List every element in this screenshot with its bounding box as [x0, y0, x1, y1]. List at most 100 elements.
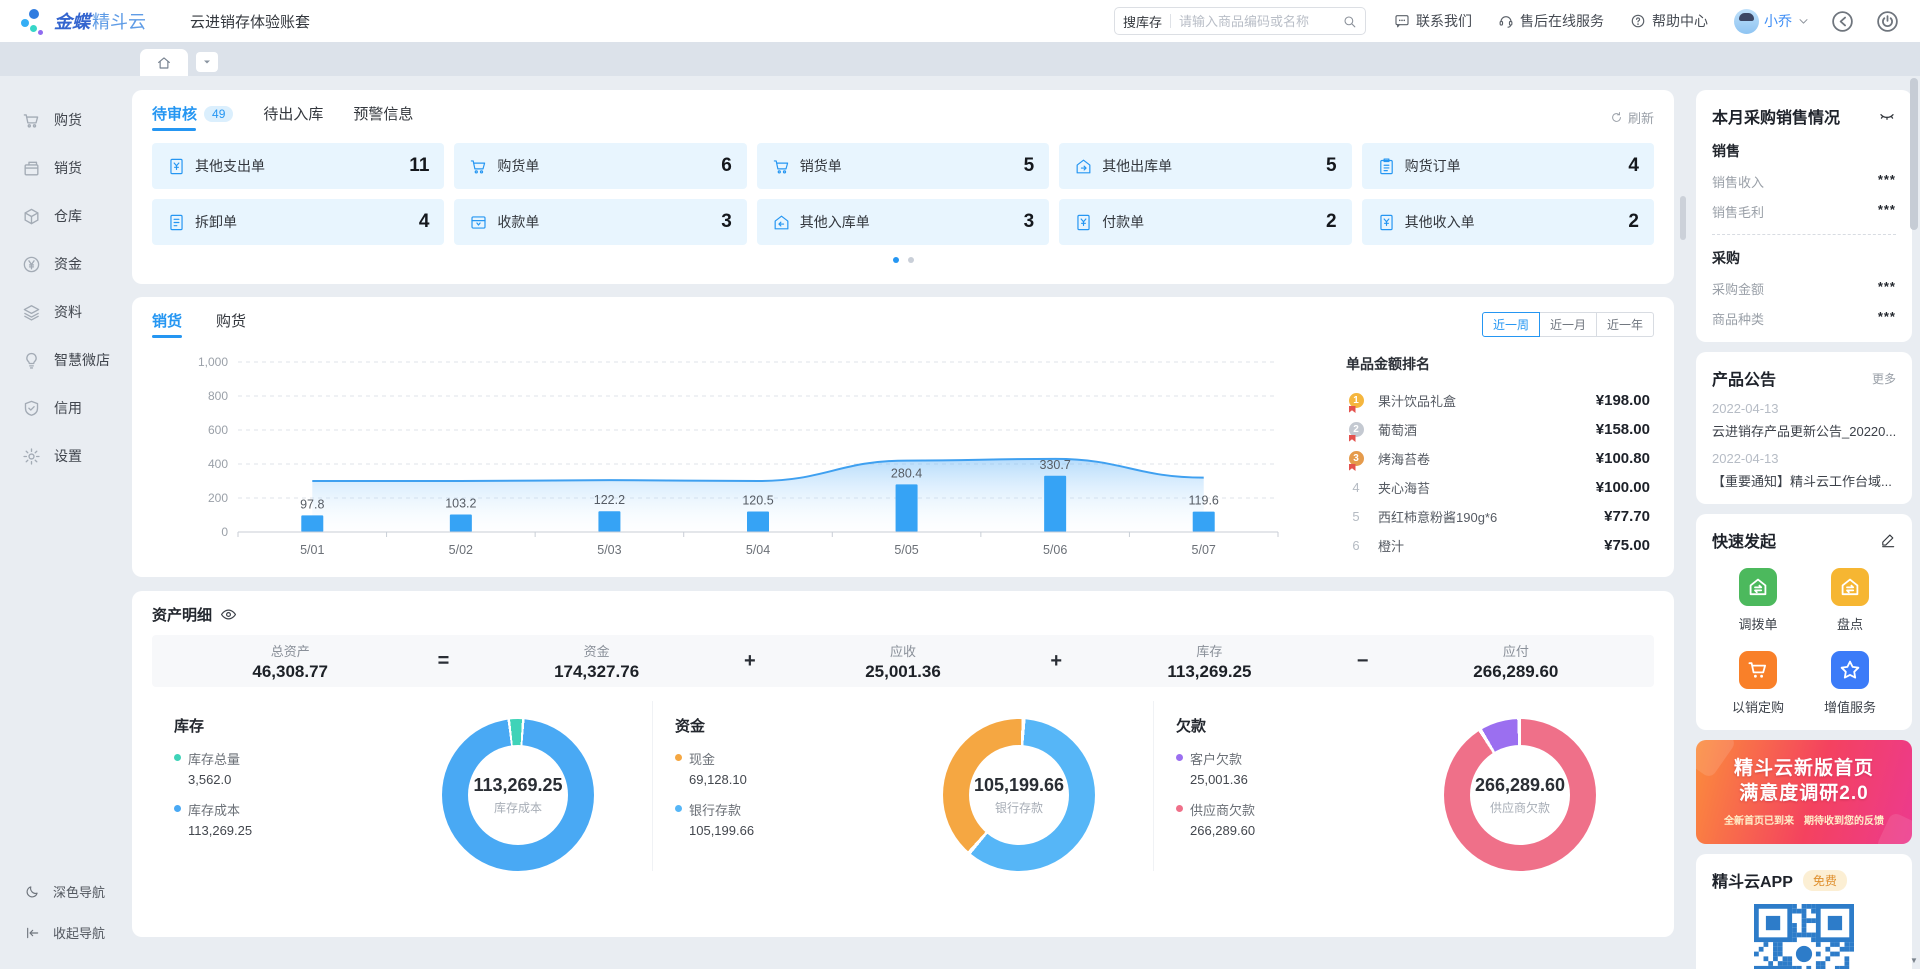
doc-card-6[interactable]: 收款单3	[454, 199, 746, 245]
sidebar-item-cart[interactable]: 购货	[0, 96, 116, 144]
range-button-1[interactable]: 近一月	[1539, 312, 1597, 337]
legend-text: 现金69,128.10	[689, 749, 747, 787]
svg-text:5/05: 5/05	[894, 543, 918, 557]
user-menu[interactable]: 小乔	[1734, 9, 1810, 34]
medal-icon-1: 1	[1349, 393, 1364, 408]
pending-documents-card: 待审核49待出入库预警信息 刷新 其他支出单11购货单6销货单5其他出库单5购货…	[132, 90, 1674, 284]
bill-icon	[167, 157, 186, 176]
search-icon[interactable]	[1342, 14, 1357, 29]
quick-action-3[interactable]: 增值服务	[1804, 651, 1896, 716]
range-button-0[interactable]: 近一周	[1482, 312, 1540, 337]
survey-banner[interactable]: 精斗云新版首页 满意度调研2.0 全新首页已到来 期待收到您的反馈	[1696, 740, 1912, 844]
main-scrollbar-thumb[interactable]	[1680, 196, 1686, 240]
quick-action-0[interactable]: 调拨单	[1712, 568, 1804, 633]
doc-card-label: 拆卸单	[195, 212, 237, 232]
pending-tab-0[interactable]: 待审核49	[152, 103, 233, 131]
sidebar-item-sell[interactable]: 销货	[0, 144, 116, 192]
brand-logo[interactable]: 金蝶精斗云	[20, 8, 146, 34]
legend-text: 客户欠款25,001.36	[1190, 749, 1248, 787]
search-input[interactable]	[1179, 14, 1342, 29]
avatar	[1734, 9, 1759, 34]
eye-closed-icon[interactable]	[1878, 107, 1896, 125]
sidebar-item-yen[interactable]: 资金	[0, 240, 116, 288]
back-icon[interactable]	[1830, 9, 1855, 34]
asset-panel-info: 欠款客户欠款25,001.36 供应商欠款266,289.60	[1176, 715, 1444, 871]
doc-card-7[interactable]: 其他入库单3	[757, 199, 1049, 245]
cart-icon	[772, 157, 791, 176]
formula-value: 113,269.25	[1071, 662, 1347, 682]
monthly-section-heading: 采购	[1712, 248, 1896, 268]
ranking-product-name: 夹心海苔	[1378, 478, 1586, 497]
cart-bold-icon	[1739, 651, 1777, 689]
refresh-label: 刷新	[1628, 108, 1654, 127]
doc-card-5[interactable]: 拆卸单 4	[152, 199, 444, 245]
sidebar-footer-moon[interactable]: 深色导航	[0, 871, 116, 912]
ranking-item: 2葡萄酒¥158.00	[1346, 415, 1650, 444]
formula-label: 资金	[458, 641, 734, 660]
announcement-link[interactable]: 云进销存产品更新公告_20220...	[1712, 421, 1896, 440]
refresh-button[interactable]: 刷新	[1610, 108, 1654, 127]
scroll-down-arrow[interactable]: ▼	[1909, 956, 1919, 965]
search-category-selector[interactable]: 搜库存	[1123, 12, 1162, 31]
tab-home[interactable]	[140, 49, 188, 76]
doc-card-4[interactable]: 购货订单4	[1362, 143, 1654, 189]
sidebar-item-gear[interactable]: 设置	[0, 432, 116, 480]
page-scrollbar-thumb[interactable]	[1910, 78, 1918, 230]
doc-card-3[interactable]: 其他出库单5	[1059, 143, 1351, 189]
formula-value: 46,308.77	[152, 662, 428, 682]
tab-list-dropdown[interactable]	[196, 52, 218, 72]
pending-tab-label: 待出入库	[263, 103, 323, 124]
doc-card-9[interactable]: 其他收入单2	[1362, 199, 1654, 245]
sidebar-item-label: 仓库	[54, 206, 82, 226]
announcement-link[interactable]: 【重要通知】精斗云工作台域...	[1712, 471, 1896, 490]
ranking-item: 6橙汁¥75.00	[1346, 531, 1650, 560]
asset-panel-2: 欠款客户欠款25,001.36 供应商欠款266,289.60266,289.60…	[1153, 701, 1654, 871]
sidebar-item-shield[interactable]: 信用	[0, 384, 116, 432]
sidebar-item-layers[interactable]: 资料	[0, 288, 116, 336]
svg-text:5/02: 5/02	[449, 543, 473, 557]
sidebar-footer-collapse[interactable]: 收起导航	[0, 912, 116, 953]
donut-center-label: 供应商欠款	[1490, 799, 1550, 816]
pending-tab-1[interactable]: 待出入库	[263, 103, 323, 131]
range-button-2[interactable]: 近一年	[1596, 312, 1654, 337]
donut-center-label: 库存成本	[494, 799, 542, 816]
doc-card-0[interactable]: 其他支出单11	[152, 143, 444, 189]
donut-center-value: 113,269.25	[473, 775, 562, 796]
pending-tab-2[interactable]: 预警信息	[353, 103, 413, 131]
doc-card-2[interactable]: 销货单5	[757, 143, 1049, 189]
ranking-price: ¥198.00	[1596, 392, 1650, 409]
legend-value: 105,199.66	[689, 823, 754, 838]
header-link-headset[interactable]: 售后在线服务	[1498, 11, 1604, 31]
quick-action-1[interactable]: 盘点	[1804, 568, 1896, 633]
eye-icon[interactable]	[220, 606, 237, 623]
sidebar: 购货销货仓库资金资料智慧微店信用设置 深色导航收起导航	[0, 76, 116, 969]
product-ranking-panel: 单品金额排名 1果汁饮品礼盒¥198.002葡萄酒¥158.003烤海苔卷¥10…	[1334, 342, 1654, 573]
logo-text-bold: 金蝶	[54, 12, 90, 32]
edit-icon[interactable]	[1880, 532, 1896, 548]
doc-card-label: 收款单	[497, 212, 539, 232]
sidebar-item-bulb[interactable]: 智慧微店	[0, 336, 116, 384]
sales-tab-0[interactable]: 销货	[152, 310, 182, 338]
star-icon	[1831, 651, 1869, 689]
assets-detail-card: 资产明细 总资产46,308.77=资金174,327.76+应收25,001.…	[132, 591, 1674, 937]
formula-stat-1: 资金174,327.76	[458, 641, 734, 682]
carousel-dot-0[interactable]	[893, 257, 899, 263]
carousel-dot-1[interactable]	[908, 257, 914, 263]
header-link-chat[interactable]: 联系我们	[1394, 11, 1472, 31]
donut-chart-2: 266,289.60供应商欠款	[1444, 719, 1596, 871]
header-link-help[interactable]: 帮助中心	[1630, 11, 1708, 31]
more-link[interactable]: 更多	[1872, 370, 1896, 387]
doc-card-label: 购货订单	[1405, 156, 1461, 176]
doc-card-1[interactable]: 购货单6	[454, 143, 746, 189]
doc-card-8[interactable]: 付款单2	[1059, 199, 1351, 245]
chat-icon	[1394, 13, 1410, 29]
legend-item: 供应商欠款266,289.60	[1176, 800, 1444, 838]
logout-power-icon[interactable]	[1875, 9, 1900, 34]
sales-tab-1[interactable]: 购货	[216, 310, 246, 338]
quick-action-2[interactable]: 以销定购	[1712, 651, 1804, 716]
doc-card-count: 4	[419, 211, 430, 233]
asset-panel-title: 欠款	[1176, 715, 1444, 736]
page-scrollbar[interactable]: ▼	[1909, 44, 1919, 969]
monthly-row: 销售毛利***	[1712, 202, 1896, 221]
sidebar-item-cube[interactable]: 仓库	[0, 192, 116, 240]
